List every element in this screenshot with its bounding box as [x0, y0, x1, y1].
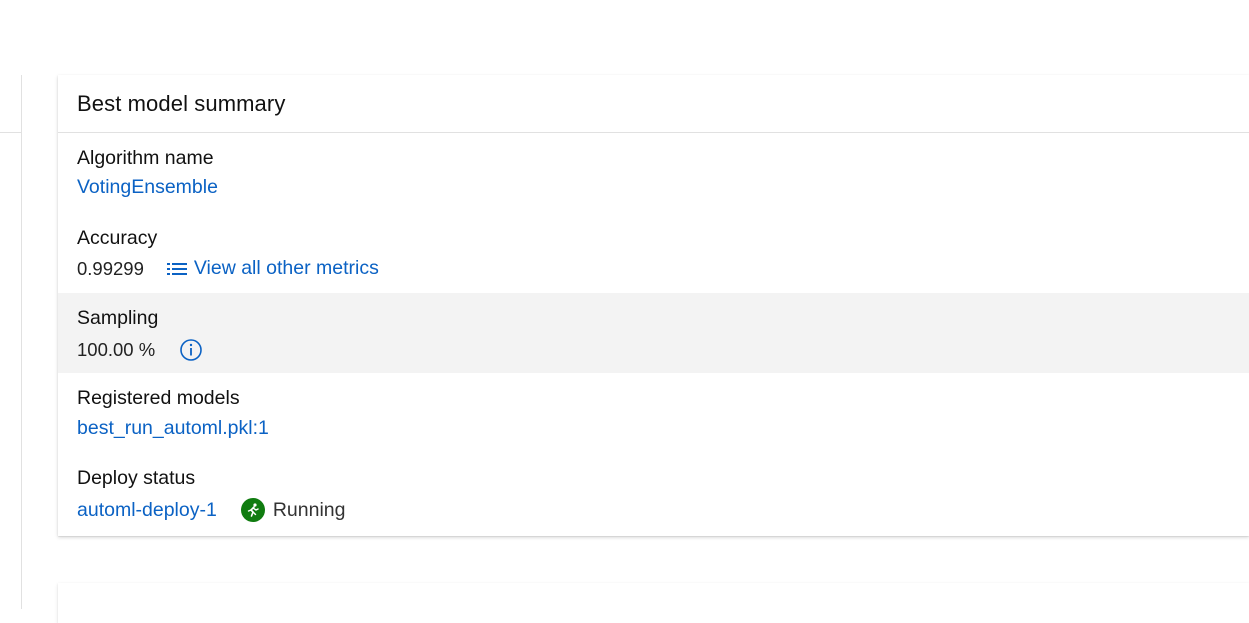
accuracy-value: 0.99299 [77, 257, 144, 279]
left-panel [0, 75, 22, 609]
running-icon [240, 498, 265, 522]
info-icon[interactable] [179, 338, 203, 362]
card-header: Best model summary [58, 75, 1249, 133]
deploy-status-text: Running [272, 498, 346, 521]
algorithm-link[interactable]: VotingEnsemble [77, 176, 218, 199]
view-all-metrics-link[interactable]: View all other metrics [166, 257, 379, 280]
registered-models-label: Registered models [77, 387, 240, 409]
deploy-status: Running [240, 498, 346, 522]
sampling-value: 100.00 % [77, 339, 156, 360]
best-model-summary-card: Best model summary Algorithm name Voting… [58, 75, 1249, 536]
registered-models-row: Registered models best_run_automl.pkl:1 [58, 373, 1249, 453]
left-panel-divider [0, 132, 21, 133]
algorithm-row: Algorithm name VotingEnsemble [58, 133, 1249, 213]
view-all-metrics-label: View all other metrics [193, 257, 379, 279]
sampling-row: Sampling 100.00 % [58, 293, 1249, 373]
deploy-status-label: Deploy status [77, 467, 196, 489]
accuracy-row: Accuracy 0.99299 View all other metrics [58, 213, 1249, 293]
deploy-status-row: Deploy status automl-deploy-1 Running [58, 453, 1249, 533]
card-title: Best model summary [77, 90, 286, 116]
next-card [58, 583, 1249, 623]
deployment-endpoint-link[interactable]: automl-deploy-1 [77, 499, 217, 522]
registered-model-link[interactable]: best_run_automl.pkl:1 [77, 417, 269, 440]
list-icon [166, 262, 187, 275]
algorithm-label: Algorithm name [77, 147, 214, 169]
accuracy-label: Accuracy [77, 227, 158, 249]
sampling-label: Sampling [77, 307, 159, 329]
